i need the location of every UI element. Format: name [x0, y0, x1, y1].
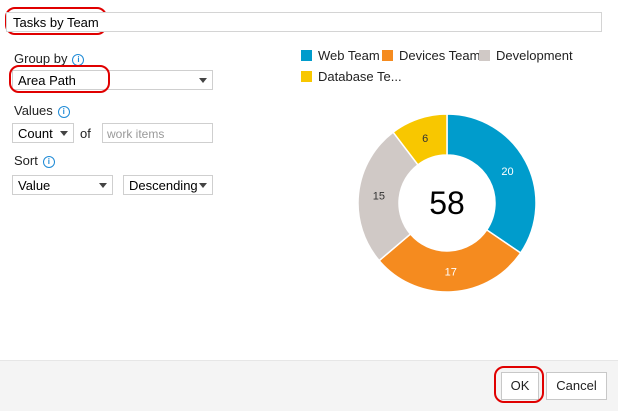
chart-title-input[interactable]: Tasks by Team — [6, 12, 602, 32]
info-icon[interactable]: i — [42, 156, 55, 168]
sort-field-select[interactable]: Value — [12, 175, 113, 195]
legend-swatch — [479, 50, 490, 61]
chevron-down-icon — [99, 183, 107, 188]
values-label: Values — [14, 103, 53, 118]
group-by-highlight — [9, 65, 110, 93]
values-row: Values i — [14, 103, 70, 118]
donut-value-label: 17 — [445, 266, 457, 278]
cancel-button[interactable]: Cancel — [546, 372, 607, 400]
legend-label: Development — [496, 48, 573, 63]
chevron-down-icon — [199, 183, 207, 188]
sort-direction-select[interactable]: Descending — [123, 175, 213, 195]
legend-label: Web Team — [318, 48, 380, 63]
sort-field-value: Value — [18, 178, 51, 193]
legend-item-web-team: Web Team — [301, 48, 380, 63]
sort-direction-value: Descending — [129, 178, 198, 193]
legend-swatch — [301, 50, 312, 61]
donut-total: 58 — [429, 185, 465, 221]
work-items-field[interactable]: work items — [102, 123, 213, 143]
donut-value-label: 15 — [373, 191, 385, 203]
donut-chart: 20 17 15 6 58 — [357, 113, 537, 293]
donut-value-label: 6 — [422, 133, 428, 145]
legend-item-database-team: Database Te... — [301, 69, 402, 84]
group-by-row: Group by i — [14, 51, 85, 66]
group-by-label: Group by — [14, 51, 68, 66]
sort-row: Sort i — [14, 153, 55, 168]
chevron-down-icon — [199, 78, 207, 83]
legend-swatch — [382, 50, 393, 61]
donut-value-label: 20 — [501, 166, 513, 178]
ok-highlight — [494, 366, 544, 403]
info-icon[interactable]: i — [57, 106, 70, 118]
chevron-down-icon — [60, 131, 68, 136]
legend-swatch — [301, 71, 312, 82]
of-text: of — [80, 126, 91, 141]
legend-label: Database Te... — [318, 69, 402, 84]
donut-slice-web-team[interactable] — [446, 113, 537, 254]
aggregate-value: Count — [18, 126, 53, 141]
legend-item-development: Development — [479, 48, 573, 63]
aggregate-select[interactable]: Count — [12, 123, 74, 143]
legend-item-devices-team: Devices Team — [382, 48, 480, 63]
legend-label: Devices Team — [399, 48, 481, 63]
sort-label: Sort — [14, 153, 38, 168]
